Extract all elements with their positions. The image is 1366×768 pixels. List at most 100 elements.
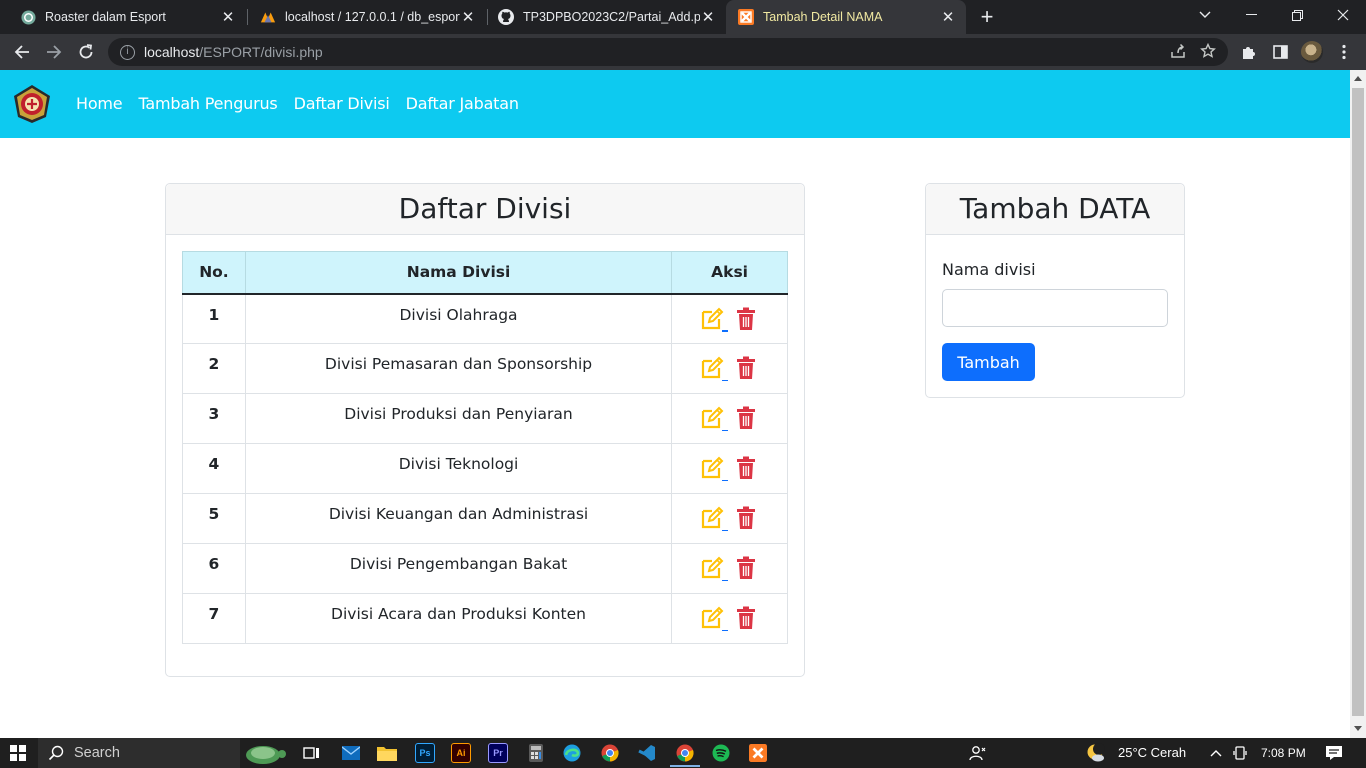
- bookmark-star-icon[interactable]: [1200, 43, 1216, 59]
- browser-tab-strip: Roaster dalam Esport ✕ localhost / 127.0…: [0, 0, 1366, 34]
- page-scrollbar[interactable]: [1350, 70, 1366, 738]
- trash-icon[interactable]: [736, 556, 760, 582]
- arrow-right-icon: [47, 45, 62, 59]
- page-viewport: Home Tambah Pengurus Daftar Divisi Dafta…: [0, 70, 1350, 738]
- tab-title: Tambah Detail NAMA: [763, 10, 883, 24]
- xampp-taskbar-icon[interactable]: [748, 743, 768, 763]
- close-window-button[interactable]: [1320, 0, 1366, 30]
- trash-icon[interactable]: [736, 356, 760, 382]
- nav-link-daftar-jabatan[interactable]: Daftar Jabatan: [406, 94, 519, 113]
- row-actions: [671, 493, 788, 544]
- side-panel-icon: [1272, 45, 1288, 59]
- reload-button[interactable]: [72, 38, 100, 66]
- close-tab-icon[interactable]: ✕: [940, 8, 956, 26]
- edit-icon[interactable]: [700, 606, 728, 632]
- close-tab-icon[interactable]: ✕: [700, 8, 716, 26]
- browser-tab[interactable]: localhost / 127.0.0.1 / db_esport ✕: [248, 0, 486, 34]
- row-number: 1: [182, 293, 246, 344]
- edge-icon[interactable]: [562, 743, 582, 763]
- mail-icon[interactable]: [341, 743, 361, 763]
- division-list-card: Daftar Divisi No. Nama Divisi Aksi 1 Divi…: [165, 183, 805, 677]
- forward-button[interactable]: [40, 38, 68, 66]
- close-tab-icon[interactable]: ✕: [220, 8, 236, 26]
- extensions-button[interactable]: [1236, 40, 1260, 64]
- browser-tab[interactable]: Roaster dalam Esport ✕: [8, 0, 246, 34]
- row-actions: [671, 343, 788, 394]
- close-tab-icon[interactable]: ✕: [460, 8, 476, 26]
- table-row: 2 Divisi Pemasaran dan Sponsorship: [182, 343, 788, 394]
- chevron-up-icon[interactable]: [1206, 743, 1226, 763]
- column-header-aksi: Aksi: [671, 251, 788, 295]
- new-tab-button[interactable]: +: [976, 4, 998, 30]
- photoshop-icon[interactable]: Ps: [415, 743, 435, 763]
- chrome-active-icon[interactable]: [675, 743, 695, 763]
- edit-icon[interactable]: [700, 506, 728, 532]
- trash-icon[interactable]: [736, 606, 760, 632]
- scroll-down-arrow-icon[interactable]: [1354, 726, 1362, 731]
- nav-link-home[interactable]: Home: [76, 94, 123, 113]
- github-icon: [498, 9, 514, 25]
- weather-moon-icon[interactable]: [1086, 743, 1106, 763]
- file-explorer-icon[interactable]: [377, 743, 397, 763]
- search-icon: [48, 745, 64, 761]
- browser-toolbar: i localhost/ESPORT/divisi.php: [0, 34, 1366, 70]
- division-name: Divisi Teknologi: [244, 443, 673, 494]
- scrollbar-thumb[interactable]: [1352, 88, 1364, 716]
- browser-tab-active[interactable]: Tambah Detail NAMA ✕: [726, 0, 966, 34]
- trash-icon[interactable]: [736, 506, 760, 532]
- share-icon[interactable]: [1170, 43, 1186, 59]
- nav-link-tambah-pengurus[interactable]: Tambah Pengurus: [138, 94, 277, 113]
- table-row: 5 Divisi Keuangan dan Administrasi: [182, 493, 788, 544]
- site-logo[interactable]: [12, 84, 52, 124]
- notification-icon[interactable]: [1324, 743, 1344, 763]
- side-panel-button[interactable]: [1268, 40, 1292, 64]
- chevron-down-icon: [1199, 11, 1211, 18]
- tab-search-button[interactable]: [1182, 0, 1228, 30]
- chrome-icon[interactable]: [600, 743, 620, 763]
- division-name-input[interactable]: [942, 289, 1168, 327]
- taskbar-clock[interactable]: 7:08 PM: [1261, 746, 1306, 760]
- edit-icon[interactable]: [700, 556, 728, 582]
- task-view-icon[interactable]: [302, 743, 322, 763]
- taskbar-search[interactable]: Search: [38, 738, 286, 768]
- table-row: 3 Divisi Produksi dan Penyiaran: [182, 393, 788, 444]
- tab-title: localhost / 127.0.0.1 / db_esport: [285, 10, 460, 24]
- chrome-menu-button[interactable]: [1332, 40, 1356, 64]
- table-row: 7 Divisi Acara dan Produksi Konten: [182, 593, 788, 644]
- vscode-icon[interactable]: [637, 743, 657, 763]
- edit-icon[interactable]: [700, 307, 728, 333]
- spotify-icon[interactable]: [711, 743, 731, 763]
- edit-icon[interactable]: [700, 456, 728, 482]
- scroll-up-arrow-icon[interactable]: [1354, 76, 1362, 81]
- windows-start-icon[interactable]: [10, 745, 26, 761]
- device-icon[interactable]: [1230, 743, 1250, 763]
- illustrator-icon[interactable]: Ai: [451, 743, 471, 763]
- xampp-icon: [738, 9, 754, 25]
- nav-link-daftar-divisi[interactable]: Daftar Divisi: [294, 94, 390, 113]
- site-info-icon[interactable]: i: [120, 44, 135, 60]
- url-text: localhost/ESPORT/divisi.php: [144, 44, 323, 60]
- profile-button[interactable]: [1300, 40, 1324, 64]
- edit-icon[interactable]: [700, 356, 728, 382]
- weather-text[interactable]: 25°C Cerah: [1118, 745, 1186, 760]
- division-name: Divisi Acara dan Produksi Konten: [244, 593, 673, 644]
- back-button[interactable]: [8, 38, 36, 66]
- arrow-left-icon: [14, 45, 29, 59]
- trash-icon[interactable]: [736, 456, 760, 482]
- premiere-icon[interactable]: Pr: [488, 743, 508, 763]
- row-actions: [671, 443, 788, 494]
- puzzle-icon: [1243, 47, 1255, 59]
- people-icon[interactable]: [968, 743, 988, 763]
- trash-icon[interactable]: [736, 406, 760, 432]
- calculator-icon[interactable]: [526, 743, 546, 763]
- browser-tab[interactable]: TP3DPBO2023C2/Partai_Add.png ✕: [486, 0, 726, 34]
- trash-icon[interactable]: [736, 307, 760, 333]
- row-actions: [671, 593, 788, 644]
- site-navbar: Home Tambah Pengurus Daftar Divisi Dafta…: [0, 70, 1350, 138]
- minimize-button[interactable]: [1228, 0, 1274, 30]
- more-vertical-icon: [1342, 44, 1346, 60]
- edit-icon[interactable]: [700, 406, 728, 432]
- address-bar[interactable]: i localhost/ESPORT/divisi.php: [108, 38, 1228, 66]
- tambah-button[interactable]: Tambah: [942, 343, 1035, 381]
- restore-button[interactable]: [1274, 0, 1320, 30]
